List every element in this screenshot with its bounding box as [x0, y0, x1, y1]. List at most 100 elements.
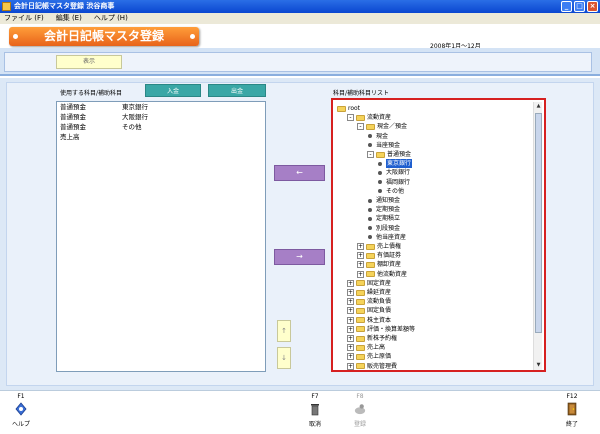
menu-edit[interactable]: 編集 (E) — [56, 13, 82, 24]
bullet-icon — [368, 198, 372, 203]
tree-node-label: 普通預金 — [387, 151, 412, 158]
collapse-icon[interactable]: - — [357, 123, 364, 131]
scroll-thumb[interactable] — [535, 113, 542, 333]
maximize-button[interactable]: □ — [574, 1, 585, 12]
exit-key[interactable]: F12 終了 — [560, 393, 584, 428]
expand-icon[interactable]: + — [357, 252, 364, 260]
tree-node[interactable]: + 他流動資産 — [357, 270, 407, 279]
tree-node[interactable]: 他当座資産 — [367, 233, 406, 242]
tree-node[interactable]: + 売上債権 — [357, 242, 401, 251]
tree-node[interactable]: 当座預金 — [367, 141, 400, 150]
expand-icon[interactable]: + — [347, 344, 354, 352]
show-button[interactable]: 表示 — [56, 55, 122, 69]
tree-node[interactable]: 別段預金 — [367, 224, 400, 233]
tree-scrollbar[interactable]: ▲ ▼ — [533, 102, 542, 370]
folder-icon — [356, 335, 365, 342]
tree-node-label: 株主資本 — [367, 316, 392, 324]
expand-icon[interactable]: + — [357, 261, 364, 269]
page-title: 会計日記帳マスタ登録 — [43, 29, 164, 43]
folder-icon — [356, 353, 365, 360]
tree-node[interactable]: + 固定負債 — [347, 306, 391, 315]
collapse-icon[interactable]: - — [367, 151, 374, 158]
expand-icon[interactable]: + — [347, 362, 354, 370]
bullet-icon — [368, 235, 372, 240]
minimize-button[interactable]: _ — [561, 1, 572, 12]
account-tree-panel[interactable]: root - 流動資産 - 現金／預金 現金 当座預金 - 普通預金 東京銀行 大阪銀行 福岡銀行 その… — [331, 98, 546, 372]
tree-node[interactable]: + 株主資本 — [347, 316, 391, 325]
tree-node[interactable]: + 評価・換算差額等 — [347, 325, 415, 334]
tree-node[interactable]: 通知預金 — [367, 196, 400, 205]
tree-node[interactable]: 定期積立 — [367, 214, 400, 223]
close-button[interactable]: × — [587, 1, 598, 12]
expand-icon[interactable]: + — [347, 298, 354, 306]
list-item[interactable]: 普通預金 大阪銀行 — [57, 112, 265, 122]
tree-node[interactable]: + 流動負債 — [347, 297, 391, 306]
tree-node[interactable]: 定期預金 — [367, 205, 400, 214]
expand-icon[interactable]: + — [347, 325, 354, 333]
folder-icon — [356, 326, 365, 333]
tree-node[interactable]: + 有価証券 — [357, 251, 401, 260]
remove-from-used-button[interactable]: → — [274, 249, 325, 265]
tree-node[interactable]: + 繰延資産 — [347, 288, 391, 297]
tree-node[interactable]: + 固定資産 — [347, 279, 391, 288]
help-key[interactable]: F1 ヘルプ — [8, 393, 34, 428]
folder-icon — [366, 261, 375, 268]
folder-icon — [366, 243, 375, 250]
tree-node-label: 現金／預金 — [377, 123, 408, 131]
tree-node[interactable]: root — [337, 104, 360, 113]
tree-node[interactable]: 現金 — [367, 132, 388, 141]
menu-help[interactable]: ヘルプ (H) — [94, 13, 128, 24]
scroll-up-icon[interactable]: ▲ — [534, 102, 543, 111]
tree-node[interactable]: - 流動資産 — [347, 113, 391, 122]
list-item[interactable]: 普通預金 東京銀行 — [57, 102, 265, 112]
bullet-icon — [368, 226, 372, 231]
window-titlebar[interactable]: 会計日記帳マスタ登録 渋谷商事 _ □ × — [0, 0, 600, 13]
list-item[interactable]: 普通預金 その他 — [57, 122, 265, 132]
move-up-button[interactable]: ↑ — [277, 320, 291, 342]
cancel-key[interactable]: F7 取消 — [303, 393, 327, 428]
tree-node[interactable]: - 普通預金 — [367, 150, 411, 159]
folder-icon — [356, 289, 365, 296]
register-key[interactable]: F8 登録 — [347, 393, 373, 428]
expand-icon[interactable]: + — [347, 335, 354, 342]
tree-node-label: 他流動資産 — [377, 270, 408, 278]
expand-icon[interactable]: + — [357, 243, 364, 250]
expand-icon[interactable]: + — [347, 279, 354, 287]
tree-node[interactable]: 大阪銀行 — [377, 168, 410, 177]
expand-icon[interactable]: + — [347, 289, 354, 296]
tree-node[interactable]: 福岡銀行 — [377, 178, 410, 187]
tree-node-label: 繰延資産 — [367, 289, 392, 296]
tree-node[interactable]: + 売上高 — [347, 343, 385, 352]
bullet-icon — [378, 170, 382, 175]
account-tree[interactable]: root - 流動資産 - 現金／預金 現金 当座預金 - 普通預金 東京銀行 大阪銀行 福岡銀行 その… — [335, 102, 533, 370]
tree-node-label: 当座預金 — [376, 141, 401, 149]
tree-node[interactable]: 東京銀行 — [377, 159, 413, 169]
folder-icon — [356, 280, 365, 287]
menu-file[interactable]: ファイル (F) — [4, 13, 44, 24]
page-title-banner: 会計日記帳マスタ登録 — [9, 27, 199, 46]
expand-icon[interactable]: + — [347, 353, 354, 361]
expand-icon[interactable]: + — [357, 270, 364, 278]
tree-node[interactable]: + 棚卸資産 — [357, 260, 401, 269]
tree-node-label: 固定資産 — [367, 279, 392, 287]
collapse-icon[interactable]: - — [347, 114, 354, 122]
bullet-icon — [378, 189, 382, 194]
tree-node[interactable]: + 新株予約権 — [347, 334, 397, 343]
tree-node[interactable]: - 現金／預金 — [357, 122, 407, 131]
tree-node[interactable]: + 販売管理費 — [347, 362, 397, 370]
add-to-used-button[interactable]: ← — [274, 165, 325, 181]
withdraw-button[interactable]: 出金 — [208, 84, 266, 97]
scroll-down-icon[interactable]: ▼ — [534, 361, 543, 370]
tree-node[interactable]: その他 — [377, 187, 404, 196]
deposit-button[interactable]: 入金 — [145, 84, 201, 97]
function-key-bar — [0, 390, 600, 434]
tree-node[interactable]: + 売上原価 — [347, 352, 391, 361]
expand-icon[interactable]: + — [347, 307, 354, 315]
move-down-button[interactable]: ↓ — [277, 347, 291, 369]
tree-node-label: 他当座資産 — [376, 233, 407, 241]
used-accounts-list[interactable]: 普通預金 東京銀行 普通預金 大阪銀行 普通預金 その他 売上高 — [56, 101, 266, 372]
expand-icon[interactable]: + — [347, 316, 354, 324]
folder-icon — [337, 105, 346, 112]
list-item[interactable]: 売上高 — [57, 132, 265, 142]
folder-icon — [356, 114, 365, 121]
